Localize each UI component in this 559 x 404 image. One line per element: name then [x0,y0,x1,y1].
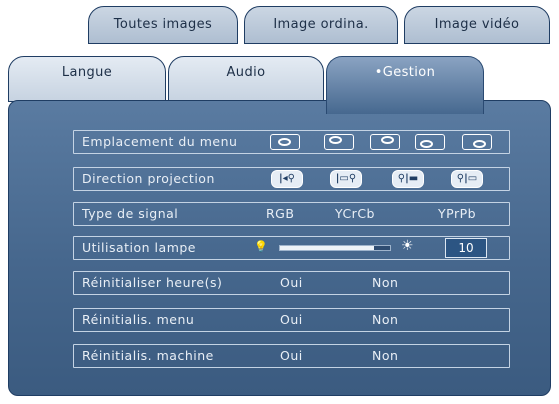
menu-position-top-left-icon[interactable] [324,134,354,150]
tab-label: Audio [226,65,266,80]
tab-image-ordina[interactable]: Image ordina. [244,6,398,44]
lamp-usage-row: Utilisation lampe 💡 ☀ 10 [73,236,510,260]
tab-langue[interactable]: Langue [8,56,166,102]
menu-position-top-right-icon[interactable] [370,134,400,150]
tab-label: Toutes images [113,17,213,32]
lamp-usage-fill [280,246,374,250]
reset-menu-no[interactable]: Non [372,312,398,327]
tab-label: •Gestion [374,65,436,80]
lamp-usage-value: 10 [445,238,487,258]
lamp-usage-label: Utilisation lampe [82,240,196,255]
tab-gestion[interactable]: •Gestion [326,56,484,114]
projection-direction-label: Direction projection [82,171,215,186]
menu-position-center-icon[interactable] [270,134,300,150]
reset-hours-label: Réinitialiser heure(s) [82,275,223,290]
reset-menu-yes[interactable]: Oui [280,312,303,327]
reset-machine-yes[interactable]: Oui [280,348,303,363]
tab-audio[interactable]: Audio [168,56,324,102]
signal-option-ycrcb[interactable]: YCrCb [335,206,375,221]
lamp-usage-slider[interactable] [279,245,391,251]
tab-toutes-images[interactable]: Toutes images [88,6,238,44]
reset-machine-row: Réinitialis. machine Oui Non [73,344,510,368]
reset-machine-label: Réinitialis. machine [82,348,214,363]
signal-option-yprpb[interactable]: YPrPb [438,206,476,221]
menu-position-bottom-right-icon[interactable] [462,134,492,150]
lamp-high-icon: ☀ [401,238,414,254]
reset-menu-label: Réinitialis. menu [82,312,195,327]
projection-front-desk-icon[interactable]: |◂⚲ [271,170,303,188]
reset-hours-no[interactable]: Non [372,275,398,290]
reset-hours-row: Réinitialiser heure(s) Oui Non [73,271,510,295]
tab-label: Image ordina. [273,17,369,32]
menu-location-row: Emplacement du menu [73,130,510,154]
projection-rear-ceiling-icon[interactable]: ⚲|▭ [451,170,483,188]
tab-label: Langue [61,65,113,80]
projection-rear-desk-icon[interactable]: ⚲|▬ [392,170,424,188]
projection-direction-row: Direction projection |◂⚲ |▭⚲ ⚲|▬ ⚲|▭ [73,167,510,191]
signal-option-rgb[interactable]: RGB [266,206,294,221]
signal-type-row: Type de signal RGB YCrCb YPrPb [73,202,510,226]
reset-hours-yes[interactable]: Oui [280,275,303,290]
menu-position-bottom-left-icon[interactable] [415,134,445,150]
menu-location-label: Emplacement du menu [82,134,238,149]
reset-machine-no[interactable]: Non [372,348,398,363]
tab-image-video[interactable]: Image vidéo [404,6,550,44]
tab-label: Image vidéo [434,17,520,32]
lamp-low-icon: 💡 [254,240,268,253]
signal-type-label: Type de signal [82,206,179,221]
settings-panel: Emplacement du menu Direction projection… [8,100,551,396]
reset-menu-row: Réinitialis. menu Oui Non [73,308,510,332]
projection-front-ceiling-icon[interactable]: |▭⚲ [330,170,362,188]
